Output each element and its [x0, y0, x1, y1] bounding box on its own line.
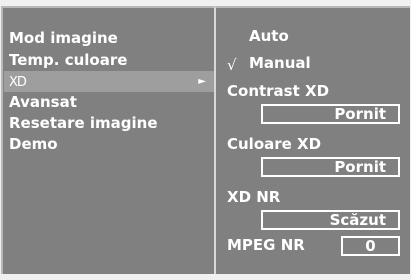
menu-item-xd[interactable]: XD ►: [4, 71, 214, 92]
xd-nr-label: XD NR: [227, 188, 281, 206]
menu-item-label: Resetare imagine: [9, 114, 158, 132]
contrast-xd-field[interactable]: Pornit: [261, 104, 400, 124]
mpeg-nr-label: MPEG NR: [227, 236, 305, 254]
xd-submenu-panel: Auto √ Manual Contrast XD Pornit Culoare…: [214, 6, 410, 274]
menu-item-demo[interactable]: Demo: [4, 134, 214, 155]
menu-item-label: XD: [9, 75, 27, 90]
option-auto[interactable]: Auto: [249, 27, 289, 45]
contrast-xd-value: Pornit: [334, 105, 386, 123]
menu-item-mod-imagine[interactable]: Mod imagine: [4, 28, 214, 49]
xd-nr-value: Scăzut: [329, 211, 386, 229]
check-mark-icon: √: [227, 56, 237, 74]
mpeg-nr-value: 0: [365, 237, 376, 255]
menu-item-temp-culoare[interactable]: Temp. culoare: [4, 50, 214, 71]
menu-item-avansat[interactable]: Avansat: [4, 92, 214, 113]
culoare-xd-label: Culoare XD: [227, 135, 322, 153]
left-menu-panel: Mod imagine Temp. culoare XD ► Avansat R…: [1, 6, 214, 274]
menu-item-label: Temp. culoare: [9, 51, 128, 69]
menu-item-label: Avansat: [9, 93, 77, 111]
menu-item-label: Mod imagine: [9, 29, 118, 47]
culoare-xd-value: Pornit: [334, 158, 386, 176]
option-manual[interactable]: Manual: [249, 54, 311, 72]
menu-item-label: Demo: [9, 135, 58, 153]
culoare-xd-field[interactable]: Pornit: [261, 157, 400, 177]
menu-item-resetare-imagine[interactable]: Resetare imagine: [4, 113, 214, 134]
xd-nr-field[interactable]: Scăzut: [261, 210, 400, 230]
contrast-xd-label: Contrast XD: [227, 82, 330, 100]
mpeg-nr-field[interactable]: 0: [341, 236, 400, 256]
submenu-arrow-icon: ►: [198, 76, 206, 87]
